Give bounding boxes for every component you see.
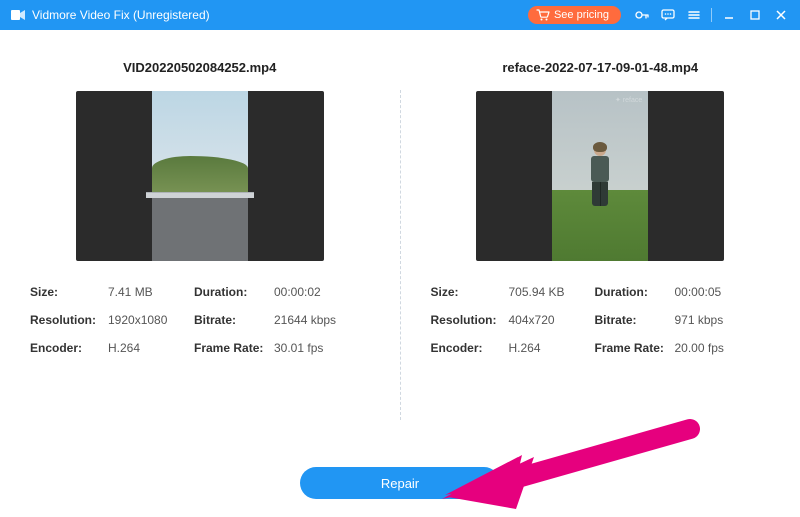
key-icon[interactable] xyxy=(629,0,655,30)
label-framerate: Frame Rate: xyxy=(194,341,274,355)
minimize-button[interactable] xyxy=(716,0,742,30)
app-logo-icon xyxy=(10,7,26,23)
titlebar-separator xyxy=(711,8,712,22)
see-pricing-button[interactable]: See pricing xyxy=(528,6,621,24)
right-thumbnail-image: ✦ reface xyxy=(552,91,648,261)
right-metadata: Size: 705.94 KB Duration: 00:00:05 Resol… xyxy=(431,285,771,355)
left-resolution: 1920x1080 xyxy=(108,313,194,327)
label-duration: Duration: xyxy=(194,285,274,299)
label-encoder: Encoder: xyxy=(30,341,108,355)
right-thumbnail[interactable]: ✦ reface xyxy=(476,91,724,261)
label-bitrate: Bitrate: xyxy=(194,313,274,327)
label-resolution: Resolution: xyxy=(431,313,509,327)
right-panel: reface-2022-07-17-09-01-48.mp4 ✦ reface … xyxy=(401,60,800,450)
right-resolution: 404x720 xyxy=(509,313,595,327)
right-framerate: 20.00 fps xyxy=(675,341,771,355)
left-panel: VID20220502084252.mp4 Size: 7.41 MB Dura… xyxy=(0,60,400,450)
right-filename: reface-2022-07-17-09-01-48.mp4 xyxy=(431,60,771,75)
close-button[interactable] xyxy=(768,0,794,30)
label-bitrate: Bitrate: xyxy=(595,313,675,327)
app-title: Vidmore Video Fix (Unregistered) xyxy=(32,8,210,22)
label-encoder: Encoder: xyxy=(431,341,509,355)
left-size: 7.41 MB xyxy=(108,285,194,299)
main-content: VID20220502084252.mp4 Size: 7.41 MB Dura… xyxy=(0,30,800,450)
left-encoder: H.264 xyxy=(108,341,194,355)
feedback-icon[interactable] xyxy=(655,0,681,30)
left-duration: 00:00:02 xyxy=(274,285,370,299)
menu-icon[interactable] xyxy=(681,0,707,30)
left-filename: VID20220502084252.mp4 xyxy=(30,60,370,75)
label-framerate: Frame Rate: xyxy=(595,341,675,355)
repair-button[interactable]: Repair xyxy=(300,467,500,499)
label-size: Size: xyxy=(30,285,108,299)
right-encoder: H.264 xyxy=(509,341,595,355)
right-duration: 00:00:05 xyxy=(675,285,771,299)
right-bitrate: 971 kbps xyxy=(675,313,771,327)
label-resolution: Resolution: xyxy=(30,313,108,327)
pricing-label: See pricing xyxy=(554,9,609,21)
maximize-button[interactable] xyxy=(742,0,768,30)
left-metadata: Size: 7.41 MB Duration: 00:00:02 Resolut… xyxy=(30,285,370,355)
left-thumbnail[interactable] xyxy=(76,91,324,261)
left-bitrate: 21644 kbps xyxy=(274,313,370,327)
right-size: 705.94 KB xyxy=(509,285,595,299)
left-framerate: 30.01 fps xyxy=(274,341,370,355)
label-duration: Duration: xyxy=(595,285,675,299)
left-thumbnail-image xyxy=(152,91,248,261)
titlebar: Vidmore Video Fix (Unregistered) See pri… xyxy=(0,0,800,30)
label-size: Size: xyxy=(431,285,509,299)
cart-icon xyxy=(536,9,550,21)
